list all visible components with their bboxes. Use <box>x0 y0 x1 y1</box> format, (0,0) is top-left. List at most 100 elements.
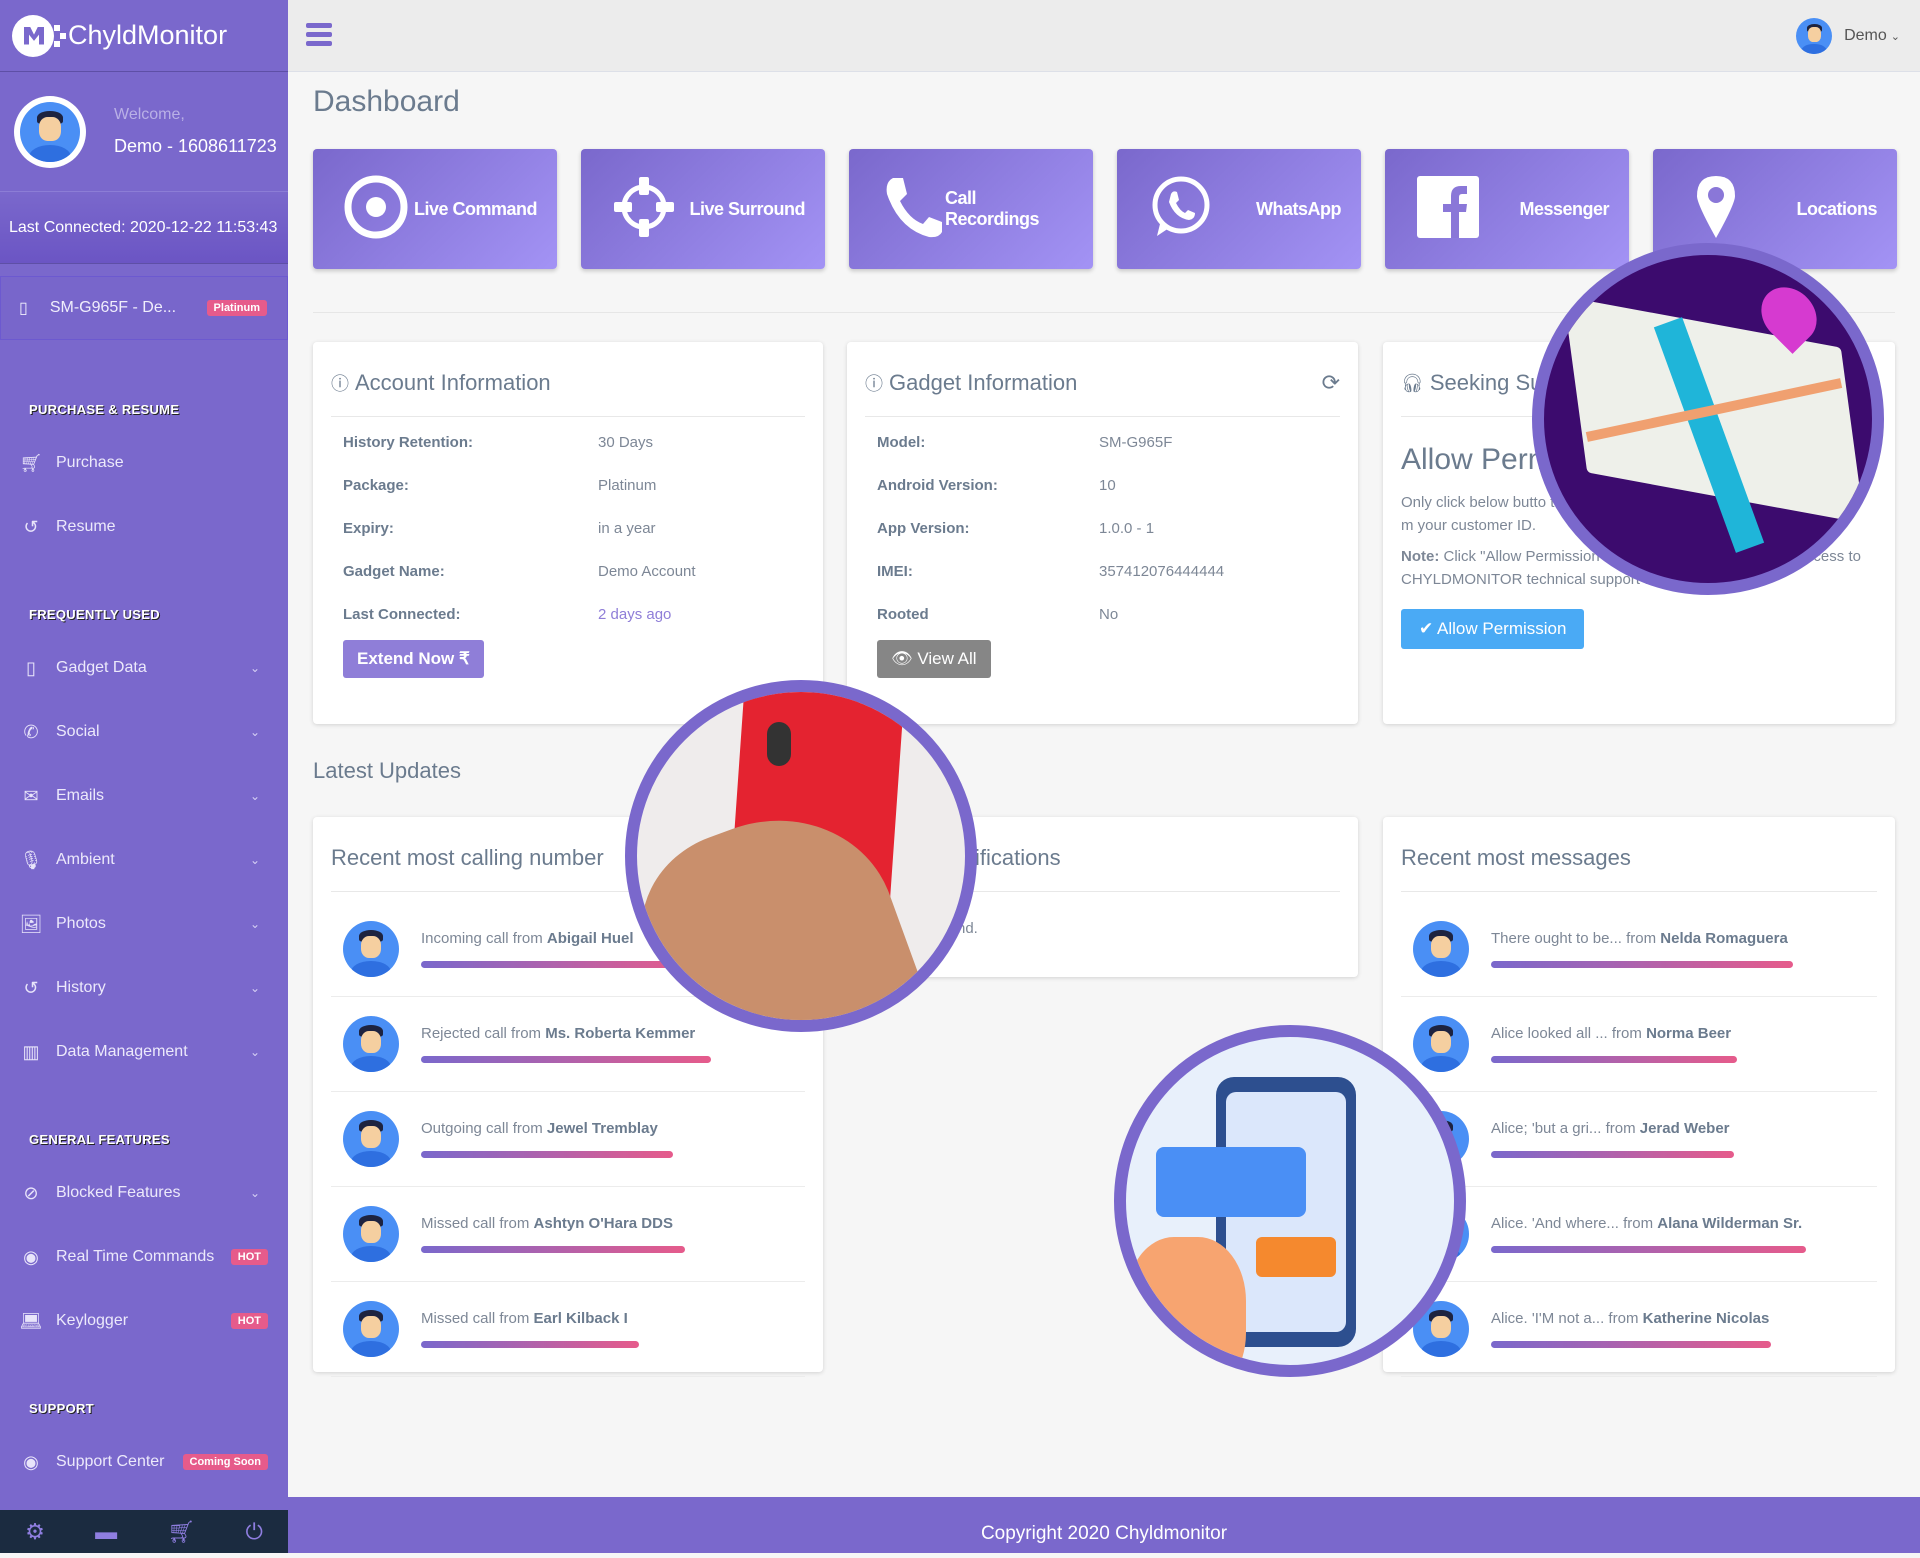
facebook-icon <box>1415 174 1481 245</box>
sidebar-item-keylogger[interactable]: 💻︎KeyloggerHOT <box>0 1289 288 1353</box>
package-badge: Platinum <box>207 300 267 316</box>
power-icon[interactable]: ⏻ <box>245 1519 262 1545</box>
refresh-icon[interactable]: ⟳ <box>1322 370 1340 396</box>
sidebar-item-gadget-data[interactable]: ▯Gadget Data⌄ <box>0 636 288 700</box>
sidebar-item-history[interactable]: ↺History⌄ <box>0 956 288 1020</box>
info-icon: ⓘ <box>865 370 883 396</box>
sidebar-item-emails[interactable]: ✉ Emails ⌄ <box>0 764 288 828</box>
info-key: Model: <box>877 434 1099 451</box>
history-icon: ↺ <box>18 978 44 999</box>
welcome-text: Welcome, <box>114 106 277 124</box>
list-item[interactable]: Missed call from Earl Kilback I <box>331 1282 805 1377</box>
brand[interactable]: ChyldMonitor <box>0 0 288 72</box>
info-row: App Version:1.0.0 - 1 <box>847 507 1358 550</box>
info-value: 1.0.0 - 1 <box>1099 520 1154 537</box>
avatar <box>343 1206 399 1262</box>
sidebar-item-data-management[interactable]: ▥Data Management⌄ <box>0 1020 288 1084</box>
list-item[interactable]: Alice. 'I'M not a... from Katherine Nico… <box>1401 1282 1877 1377</box>
info-row: Model:SM-G965F <box>847 421 1358 464</box>
sidebar-item-ambient[interactable]: 🎙︎Ambient⌄ <box>0 828 288 892</box>
chevron-down-icon: ⌄ <box>250 917 260 931</box>
sidebar-item-purchase[interactable]: 🛒︎Purchase <box>0 431 288 495</box>
chevron-down-icon: ⌄ <box>250 981 260 995</box>
info-row: Expiry:in a year <box>313 507 823 550</box>
tile-whatsapp[interactable]: WhatsApp <box>1117 149 1361 269</box>
list-item[interactable]: Outgoing call from Jewel Tremblay <box>331 1092 805 1187</box>
list-item-text: There ought to be... from Nelda Romaguer… <box>1491 930 1793 947</box>
user-menu[interactable]: Demo ⌄ <box>1796 18 1900 54</box>
tile-label: Locations <box>1796 199 1877 220</box>
sidebar-item-social[interactable]: ✆Social⌄ <box>0 700 288 764</box>
info-key: Expiry: <box>343 520 598 537</box>
view-all-button[interactable]: 👁︎ View All <box>877 640 991 678</box>
info-row: RootedNo <box>847 593 1358 636</box>
allow-permission-button[interactable]: ✔ Allow Permission <box>1401 609 1584 649</box>
list-item[interactable]: Missed call from Ashtyn O'Hara DDS <box>331 1187 805 1282</box>
tile-live-surround[interactable]: Live Surround <box>581 149 825 269</box>
phone-hand-illustration <box>625 680 977 1032</box>
sidebar-section-title: GENERAL FEATURES <box>0 1132 288 1147</box>
info-row: Android Version:10 <box>847 464 1358 507</box>
card-title: Gadget Information <box>889 370 1077 396</box>
envelope-icon: ✉ <box>18 786 44 807</box>
footer: Copyright 2020 Chyldmonitor <box>288 1497 1920 1553</box>
activity-bar <box>421 1341 639 1348</box>
logo-icon <box>12 13 58 59</box>
tile-messenger[interactable]: Messenger <box>1385 149 1629 269</box>
info-value: Demo Account <box>598 563 696 580</box>
list-item-text: Alice. 'And where... from Alana Wilderma… <box>1491 1215 1806 1232</box>
list-item[interactable]: Alice looked all ... from Norma Beer <box>1401 997 1877 1092</box>
sidebar-item-resume[interactable]: ↺Resume <box>0 495 288 559</box>
microphone-icon: 🎙︎ <box>18 850 44 871</box>
sidebar-item-label: Ambient <box>56 851 115 869</box>
info-row: History Retention:30 Days <box>313 421 823 464</box>
sidebar-item-label: Emails <box>56 787 104 805</box>
gear-icon[interactable]: ⚙ <box>25 1519 45 1545</box>
tile-call-recordings[interactable]: Call Recordings <box>849 149 1093 269</box>
app-name: ChyldMonitor <box>68 20 227 51</box>
tile-label: Live Surround <box>689 199 805 220</box>
map-illustration <box>1532 243 1884 595</box>
laptop-icon: 💻︎ <box>18 1311 44 1332</box>
cart-icon[interactable]: 🛒︎ <box>167 1519 195 1545</box>
avatar <box>1413 1016 1469 1072</box>
bar-chart-icon: ▥ <box>18 1042 44 1063</box>
sidebar-item-support-center[interactable]: ◉Support CenterComing Soon <box>0 1430 288 1494</box>
info-key: Package: <box>343 477 598 494</box>
info-icon: ⓘ <box>331 370 349 396</box>
list-item-text: Missed call from Earl Kilback I <box>421 1310 639 1327</box>
sidebar-item-label: Resume <box>56 518 116 536</box>
list-item[interactable]: There ought to be... from Nelda Romaguer… <box>1401 902 1877 997</box>
sidebar-item-real-time-commands[interactable]: ◉Real Time CommandsHOT <box>0 1225 288 1289</box>
list-item[interactable]: Alice; 'but a gri... from Jerad Weber <box>1401 1092 1877 1187</box>
avatar <box>343 1301 399 1357</box>
sidebar-item-label: Keylogger <box>56 1312 128 1330</box>
tile-live-command[interactable]: Live Command <box>313 149 557 269</box>
profile: Welcome,Demo - 1608611723 <box>0 72 288 192</box>
menu-toggle-icon[interactable] <box>306 23 332 50</box>
list-item[interactable]: Alice. 'And where... from Alana Wilderma… <box>1401 1187 1877 1282</box>
account-info-card: ⓘAccount Information History Retention:3… <box>313 342 823 724</box>
sidebar-item-photos[interactable]: 🖼︎Photos⌄ <box>0 892 288 956</box>
sidebar-item-blocked-features[interactable]: ⊘Blocked Features⌄ <box>0 1161 288 1225</box>
info-value: 2 days ago <box>598 606 671 623</box>
list-item-text: Rejected call from Ms. Roberta Kemmer <box>421 1025 711 1042</box>
avatar <box>14 96 86 168</box>
info-key: App Version: <box>877 520 1099 537</box>
sidebar-item-label: Real Time Commands <box>56 1248 214 1266</box>
activity-bar <box>421 1246 685 1253</box>
tile-label: Messenger <box>1519 199 1609 220</box>
sidebar-section-title: SUPPORT <box>0 1401 288 1416</box>
sidebar-section-title: FREQUENTLY USED <box>0 607 288 622</box>
extend-now-button[interactable]: Extend Now ₹ <box>343 640 484 678</box>
avatar <box>1413 921 1469 977</box>
chevron-down-icon: ⌄ <box>250 789 260 803</box>
info-row: IMEI:357412076444444 <box>847 550 1358 593</box>
comment-icon[interactable]: ▬ <box>95 1519 117 1545</box>
card-title: Seeking Su <box>1430 370 1543 396</box>
map-marker-icon <box>1683 174 1749 245</box>
chevron-down-icon: ⌄ <box>250 1186 260 1200</box>
crosshairs-icon <box>611 174 677 245</box>
device-selector[interactable]: ▯ SM-G965F - De... Platinum <box>0 276 288 340</box>
image-icon: 🖼︎ <box>18 914 44 935</box>
